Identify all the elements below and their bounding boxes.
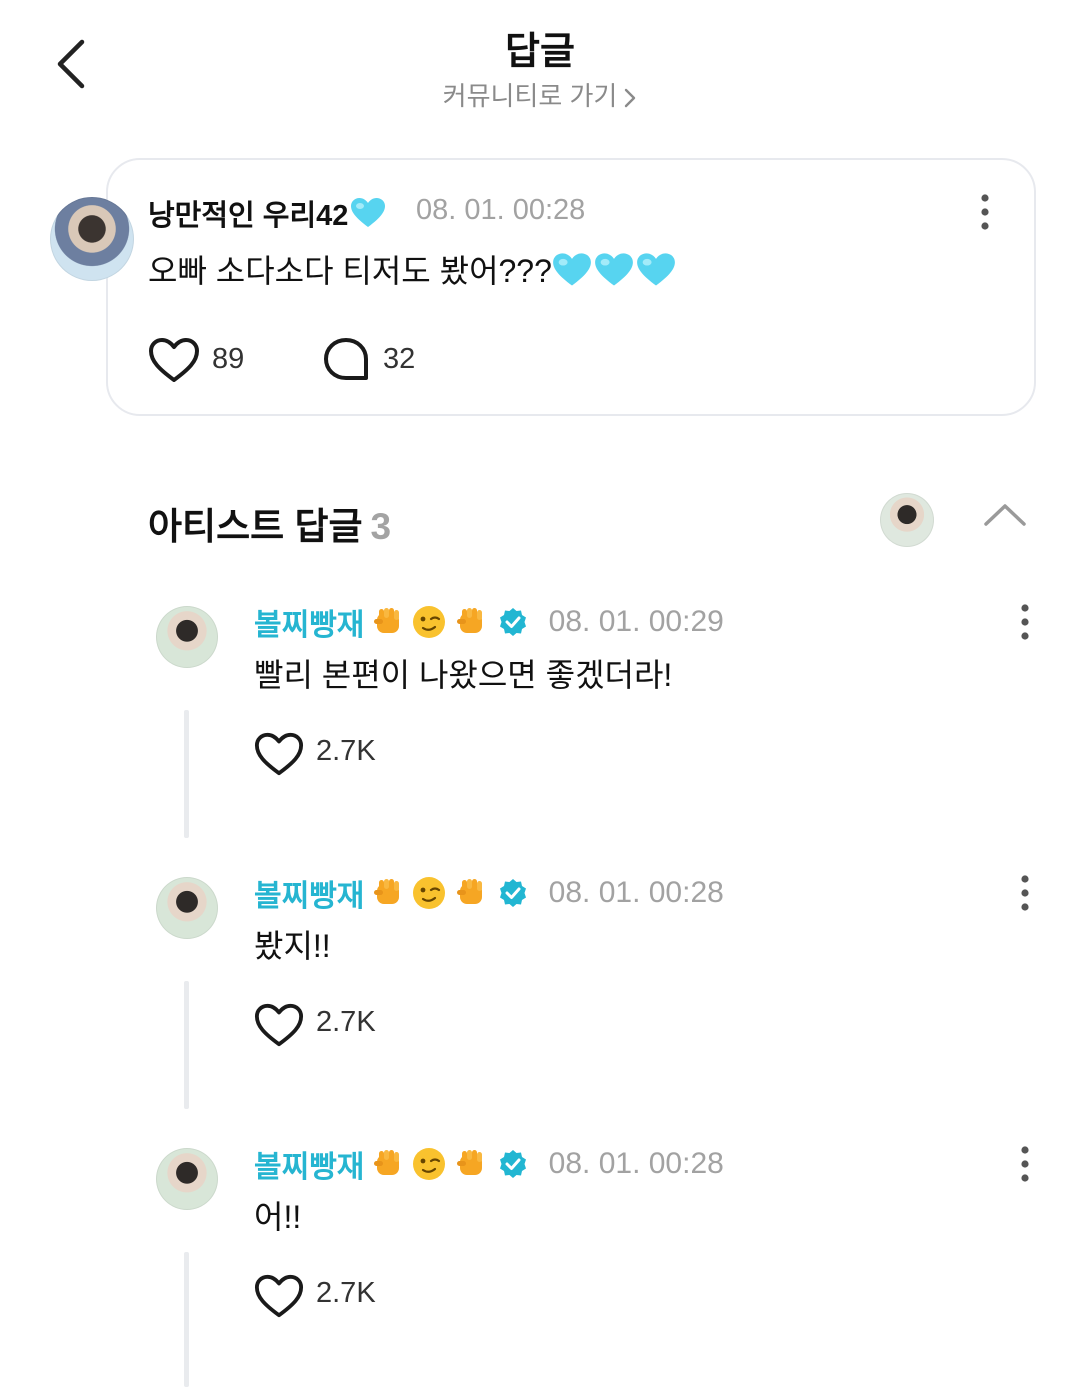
winking-face-icon	[413, 1148, 446, 1180]
reply-page: 답글 커뮤니티로 가기 낭만적인 우리42 08. 01. 00:28 오빠 소…	[0, 0, 1080, 1387]
verified-badge-icon	[500, 608, 527, 636]
post-body-text: 오빠 소다소다 티저도 봤어???	[148, 253, 552, 289]
reply-body: 빨리 본편이 나왔으면 좋겠더라!	[254, 657, 673, 693]
artist-replies-heading: 아티스트 답글 3	[148, 496, 391, 550]
reply-timestamp: 08. 01. 00:29	[548, 605, 724, 638]
header: 답글 커뮤니티로 가기	[0, 0, 1080, 130]
verified-badge-icon	[500, 879, 527, 907]
verified-badge-icon	[500, 1150, 527, 1178]
author-emoji-row	[371, 604, 490, 640]
thread-line	[184, 1252, 189, 1387]
reply-author-name[interactable]: 볼찌빵재	[254, 1142, 364, 1186]
raised-fist-icon	[373, 1150, 399, 1175]
reply-like-count: 2.7K	[316, 735, 376, 767]
artist-reply: 볼찌빵재 08. 01. 00:28 어!! 2.7K	[0, 1142, 1080, 1387]
heart-icon[interactable]	[254, 1001, 304, 1049]
go-to-community-label: 커뮤니티로 가기	[442, 81, 618, 111]
author-emoji-row	[371, 1146, 490, 1182]
reply-body: 어!!	[254, 1199, 302, 1235]
chevron-up-icon[interactable]	[982, 500, 1028, 530]
reply-header: 볼찌빵재 08. 01. 00:28	[254, 871, 724, 913]
artist-replies-count: 3	[370, 506, 392, 547]
reply-body: 봤지!!	[254, 928, 331, 964]
winking-face-icon	[413, 877, 446, 909]
heart-icon[interactable]	[254, 730, 304, 778]
reply-timestamp: 08. 01. 00:28	[548, 1147, 724, 1180]
artist-replies-title: 아티스트 답글	[148, 506, 363, 547]
post-like-count: 89	[212, 343, 245, 375]
raised-fist-icon	[456, 608, 482, 633]
reply-author-name[interactable]: 볼찌빵재	[254, 600, 364, 644]
reply-author-avatar[interactable]	[156, 877, 218, 939]
more-options-icon[interactable]	[1010, 873, 1040, 913]
heart-icon[interactable]	[254, 1272, 304, 1320]
raised-fist-icon	[456, 1150, 482, 1175]
author-emoji-row	[371, 875, 490, 911]
raised-fist-icon	[456, 879, 482, 904]
post-timestamp: 08. 01. 00:28	[416, 194, 586, 226]
reply-author-name[interactable]: 볼찌빵재	[254, 871, 364, 915]
reply-author-avatar[interactable]	[156, 606, 218, 668]
post-heart-emojis	[552, 253, 676, 289]
light-blue-heart-icon	[637, 253, 675, 286]
post-author-avatar[interactable]	[50, 197, 134, 281]
light-blue-heart-icon	[553, 253, 591, 286]
more-options-icon[interactable]	[970, 192, 1000, 232]
post-author-name[interactable]: 낭만적인 우리42	[148, 192, 386, 234]
light-blue-heart-icon	[595, 253, 633, 286]
reply-timestamp: 08. 01. 00:28	[548, 876, 724, 909]
reply-like-count: 2.7K	[316, 1277, 376, 1309]
artist-reply: 볼찌빵재 08. 01. 00:29 빨리 본편이 나왔으면 좋겠더라! 2.7…	[0, 600, 1080, 860]
thread-line	[184, 981, 189, 1109]
go-to-community-link[interactable]: 커뮤니티로 가기	[0, 76, 1080, 113]
raised-fist-icon	[373, 608, 399, 633]
more-options-icon[interactable]	[1010, 602, 1040, 642]
post-comment-count: 32	[383, 343, 416, 375]
heart-icon[interactable]	[148, 336, 200, 384]
winking-face-icon	[413, 606, 446, 638]
thread-line	[184, 710, 189, 838]
raised-fist-icon	[373, 879, 399, 904]
comment-bubble-icon[interactable]	[322, 336, 370, 384]
post-body: 오빠 소다소다 티저도 봤어???	[148, 246, 676, 292]
reply-header: 볼찌빵재 08. 01. 00:29	[254, 600, 724, 642]
reply-header: 볼찌빵재 08. 01. 00:28	[254, 1142, 724, 1184]
reply-author-avatar[interactable]	[156, 1148, 218, 1210]
chevron-right-icon	[625, 88, 636, 108]
page-title: 답글	[505, 31, 575, 73]
artist-reply: 볼찌빵재 08. 01. 00:28 봤지!! 2.7K	[0, 871, 1080, 1131]
reply-like-count: 2.7K	[316, 1006, 376, 1038]
post-author-name-text: 낭만적인 우리42	[148, 200, 349, 232]
artist-avatar	[880, 493, 934, 547]
more-options-icon[interactable]	[1010, 1144, 1040, 1184]
light-blue-heart-icon	[351, 198, 386, 227]
